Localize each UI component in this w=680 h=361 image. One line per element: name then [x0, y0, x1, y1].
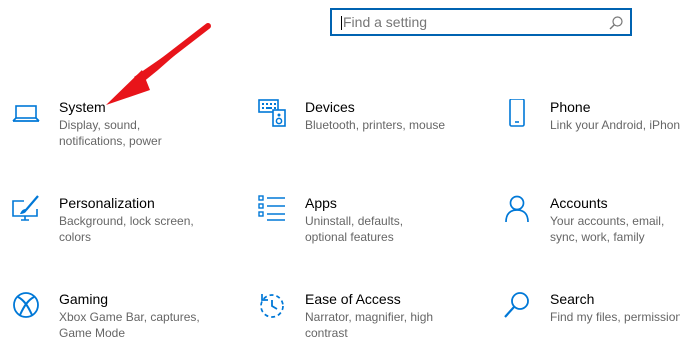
tile-description: Display, sound, notifications, power: [59, 118, 162, 148]
tile-title: Accounts: [550, 195, 608, 211]
tile-description: Find my files, permissions: [550, 310, 680, 324]
tile-title: Gaming: [59, 291, 109, 307]
text-caret: [341, 16, 342, 30]
tile-apps[interactable]: Apps Uninstall, defaults, optional featu…: [258, 195, 448, 265]
xbox-icon: [13, 292, 39, 318]
tile-personalization[interactable]: Personalization Background, lock screen,…: [12, 195, 202, 265]
search-icon: [504, 292, 529, 318]
tile-accounts[interactable]: Accounts Your accounts, email, sync, wor…: [503, 195, 680, 265]
tile-description: Background, lock screen, colors: [59, 214, 194, 244]
ease-of-access-icon: [260, 294, 284, 318]
tile-ease-of-access[interactable]: Ease of Access Narrator, magnifier, high…: [258, 291, 448, 361]
search-box[interactable]: [330, 8, 632, 36]
tile-description: Bluetooth, printers, mouse: [305, 118, 446, 132]
tile-phone[interactable]: Phone Link your Android, iPhone: [503, 99, 680, 169]
tile-title: Apps: [305, 195, 337, 211]
tile-search[interactable]: Search Find my files, permissions: [503, 291, 680, 361]
phone-icon: [509, 99, 525, 127]
tile-title: System: [59, 99, 106, 115]
tile-title: Phone: [550, 99, 591, 115]
devices-icon: [258, 99, 286, 127]
tile-description: Link your Android, iPhone: [550, 118, 680, 132]
tile-gaming[interactable]: Gaming Xbox Game Bar, captures, Game Mod…: [12, 291, 202, 361]
tile-title: Devices: [305, 99, 355, 115]
tile-description: Xbox Game Bar, captures, Game Mode: [59, 310, 200, 340]
tile-title: Search: [550, 291, 595, 307]
tile-description: Narrator, magnifier, high contrast: [305, 310, 434, 340]
personalization-icon: [12, 195, 39, 221]
laptop-icon: [12, 105, 40, 122]
tile-system[interactable]: System Display, sound, notifications, po…: [12, 99, 202, 169]
search-input[interactable]: [343, 12, 605, 32]
accounts-icon: [505, 195, 529, 223]
tile-devices[interactable]: Devices Bluetooth, printers, mouse: [258, 99, 448, 169]
tile-title: Ease of Access: [305, 291, 401, 307]
tile-title: Personalization: [59, 195, 155, 211]
search-icon[interactable]: [608, 15, 624, 31]
tile-description: Uninstall, defaults, optional features: [305, 214, 404, 244]
tile-description: Your accounts, email, sync, work, family: [550, 214, 665, 244]
apps-icon: [258, 195, 285, 221]
